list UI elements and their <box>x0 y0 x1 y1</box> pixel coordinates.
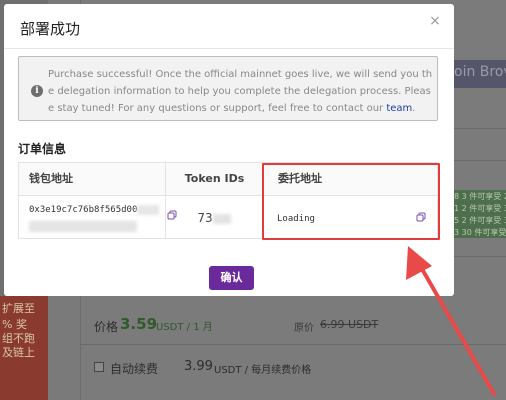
copy-icon[interactable] <box>167 210 177 220</box>
price-value: 3.59 <box>120 315 158 333</box>
token-ids-text: 73 <box>197 211 213 225</box>
redacted-text <box>137 204 160 215</box>
column-divider <box>165 163 166 238</box>
discount-tag-text: 5 2 件可享受 3 <box>454 216 506 225</box>
notice-text: Purchase successful! Once the official m… <box>48 66 434 117</box>
deploy-success-modal: 部署成功 × i Purchase successful! Once the o… <box>4 4 454 296</box>
discount-tag-text: 8 3 件可享受 2 <box>454 192 506 201</box>
confirm-button[interactable]: 确认 <box>209 266 254 290</box>
renew-price-value: 3.99 <box>184 359 213 374</box>
divider <box>452 160 506 161</box>
column-header-token-ids: Token IDs <box>165 163 263 195</box>
price-unit: USDT / 1 月 <box>156 322 213 333</box>
banner-text: oin Brov <box>454 64 506 80</box>
original-price-value: 6.99 USDT <box>320 318 379 331</box>
auto-renew-checkbox[interactable] <box>94 362 104 372</box>
discount-tag-text: 1 2 件可享受 3 <box>454 204 506 213</box>
auto-renew-label: 自动续费 <box>110 362 159 376</box>
wallet-address-text: 0x3e19c7c76b8f565d00 <box>29 205 138 215</box>
redacted-text <box>212 213 231 224</box>
modal-header-divider <box>4 48 454 49</box>
info-icon: i <box>31 85 43 97</box>
notice-message: Purchase successful! Once the official m… <box>48 69 433 114</box>
order-info-heading: 订单信息 <box>18 142 67 156</box>
price-label: 价格 <box>94 320 119 334</box>
promo-text-line: 及链上 <box>2 346 35 359</box>
column-header-wallet: 钱包地址 <box>19 163 165 195</box>
promo-text-line: % 奖 <box>2 318 27 331</box>
annotation-highlight-box <box>262 163 440 240</box>
divider <box>452 128 506 129</box>
notice-box: i Purchase successful! Once the official… <box>18 56 438 121</box>
discount-tag-text: 3 30 件可享受 <box>454 228 506 237</box>
contact-team-link[interactable]: team <box>386 103 412 114</box>
notice-tail: . <box>412 103 416 114</box>
promo-text-line: 组不跑 <box>2 332 35 345</box>
redacted-text <box>29 221 137 232</box>
token-ids-cell: 73 <box>165 211 263 225</box>
renew-price-unit: USDT / 每月续费价格 <box>214 365 312 376</box>
close-icon[interactable]: × <box>428 14 442 28</box>
divider <box>452 256 506 257</box>
promo-text-line: 扩展至 <box>2 302 35 315</box>
divider <box>80 344 506 345</box>
original-price-label: 原价 <box>294 323 314 334</box>
modal-title: 部署成功 <box>20 20 81 38</box>
wallet-address-cell: 0x3e19c7c76b8f565d00 <box>29 204 160 232</box>
